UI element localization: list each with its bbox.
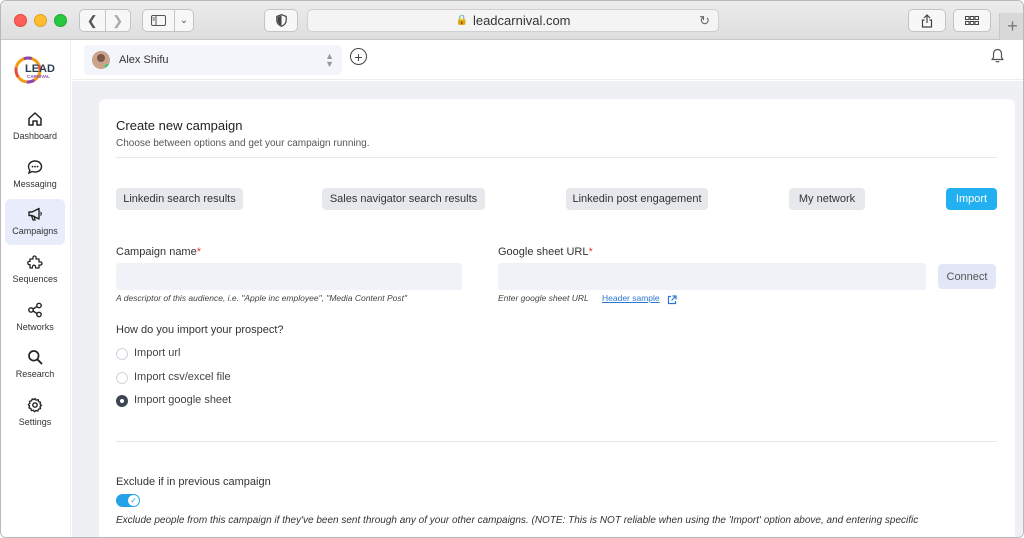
forward-button[interactable]: ❯ (106, 10, 131, 31)
lock-icon: 🔒 (455, 15, 468, 26)
radio-label-import-url: Import url (134, 347, 181, 359)
minimize-window-button[interactable] (34, 14, 47, 27)
grid-icon (965, 16, 979, 25)
google-sheet-url-input[interactable] (498, 263, 926, 290)
gear-icon (26, 396, 44, 414)
google-sheet-url-label: Google sheet URL* (498, 246, 593, 258)
updown-chevron-icon: ▲ ▼ (325, 51, 334, 69)
avatar (92, 51, 110, 69)
option-my-network[interactable]: My network (789, 188, 865, 210)
chevron-down-icon[interactable]: ⌄ (175, 15, 193, 26)
user-name: Alex Shifu (119, 54, 169, 66)
main-content: Create new campaign Choose between optio… (72, 81, 1023, 537)
create-campaign-card: Create new campaign Choose between optio… (99, 99, 1015, 537)
sidebar-item-label: Networks (16, 322, 54, 332)
browser-toolbar: ❮ ❯ ⌄ 🔒 leadcarnival.com ↻ + (1, 1, 1023, 40)
plus-icon: + (1007, 16, 1018, 36)
divider (116, 441, 997, 442)
sidebar-item-label: Settings (18, 417, 52, 427)
radio-label-import-google-sheet: Import google sheet (134, 394, 232, 406)
sidebar-item-messaging[interactable]: Messaging (5, 152, 65, 198)
radio-import-csv[interactable] (116, 372, 128, 384)
sidebar-item-label: Messaging (13, 179, 57, 189)
import-method-question: How do you import your prospect? (116, 324, 284, 336)
sidebar-item-networks[interactable]: Networks (5, 295, 65, 341)
connect-button[interactable]: Connect (938, 264, 996, 289)
option-import[interactable]: Import (946, 188, 997, 210)
campaign-name-hint: A descriptor of this audience, i.e. "App… (116, 293, 407, 303)
svg-text:CARNIVAL: CARNIVAL (27, 74, 50, 79)
radio-import-url[interactable] (116, 348, 128, 360)
app-sidebar: LEAD CARNIVAL Dashboard Messaging Campai… (1, 40, 71, 537)
exclude-label: Exclude if in previous campaign (116, 476, 271, 488)
lead-carnival-logo[interactable]: LEAD CARNIVAL (13, 52, 61, 88)
page-title: Create new campaign (116, 118, 243, 133)
sidebar-item-dashboard[interactable]: Dashboard (5, 104, 65, 150)
google-sheet-url-hint: Enter google sheet URL (498, 293, 589, 303)
sidebar-item-label: Campaigns (12, 226, 58, 236)
chat-icon (26, 158, 44, 176)
sidebar-toggle-button[interactable]: ⌄ (142, 9, 194, 32)
account-switcher[interactable]: Alex Shifu ▲ ▼ (84, 45, 342, 75)
chevron-right-icon: ❯ (112, 12, 124, 28)
option-linkedin-search-results[interactable]: Linkedin search results (116, 188, 243, 210)
megaphone-icon (26, 205, 44, 223)
puzzle-icon (26, 253, 44, 271)
exclude-note: Exclude people from this campaign if the… (116, 515, 919, 526)
url-text: leadcarnival.com (472, 13, 571, 28)
page-subtitle: Choose between options and get your camp… (116, 138, 370, 149)
external-link-icon[interactable] (667, 292, 677, 310)
back-button[interactable]: ❮ (80, 10, 106, 31)
sidebar-item-label: Research (15, 369, 55, 379)
share-nodes-icon (26, 301, 44, 319)
search-icon (26, 348, 44, 366)
option-sales-navigator-search-results[interactable]: Sales navigator search results (322, 188, 485, 210)
sidebar-item-settings[interactable]: Settings (5, 390, 65, 436)
radio-import-google-sheet[interactable] (116, 395, 128, 407)
option-linkedin-post-engagement[interactable]: Linkedin post engagement (566, 188, 708, 210)
check-icon: ✓ (130, 496, 137, 505)
bell-icon (991, 48, 1004, 63)
add-account-button[interactable]: + (350, 48, 367, 65)
plus-icon: + (354, 48, 363, 65)
share-icon (921, 13, 933, 28)
address-bar[interactable]: 🔒 leadcarnival.com ↻ (307, 9, 719, 32)
maximize-window-button[interactable] (54, 14, 67, 27)
divider (116, 157, 997, 158)
share-button[interactable] (908, 9, 946, 32)
online-status-dot (105, 64, 110, 69)
browser-window: ❮ ❯ ⌄ 🔒 leadcarnival.com ↻ + LEAD CARNIV… (0, 0, 1024, 538)
exclude-toggle[interactable]: ✓ (116, 494, 140, 507)
reload-icon[interactable]: ↻ (699, 13, 710, 29)
tab-overview-button[interactable] (953, 9, 991, 32)
sidebar-item-sequences[interactable]: Sequences (5, 247, 65, 293)
sidebar-item-label: Sequences (12, 274, 58, 284)
new-tab-button[interactable]: + (999, 13, 1023, 40)
sidebar-item-research[interactable]: Research (5, 342, 65, 388)
shield-icon (275, 14, 287, 27)
notifications-button[interactable] (990, 48, 1005, 69)
sidebar-icon (143, 10, 175, 31)
privacy-report-button[interactable] (264, 9, 298, 32)
close-window-button[interactable] (14, 14, 27, 27)
chevron-left-icon: ❮ (86, 12, 98, 28)
sidebar-item-campaigns[interactable]: Campaigns (5, 199, 65, 245)
sidebar-item-label: Dashboard (12, 131, 58, 141)
home-icon (26, 110, 44, 128)
header-sample-link[interactable]: Header sample (602, 293, 660, 303)
history-nav: ❮ ❯ (79, 9, 131, 32)
campaign-name-label: Campaign name* (116, 246, 201, 258)
radio-label-import-csv: Import csv/excel file (134, 371, 231, 383)
app-header: Alex Shifu ▲ ▼ + (72, 40, 1023, 80)
campaign-name-input[interactable] (116, 263, 462, 290)
